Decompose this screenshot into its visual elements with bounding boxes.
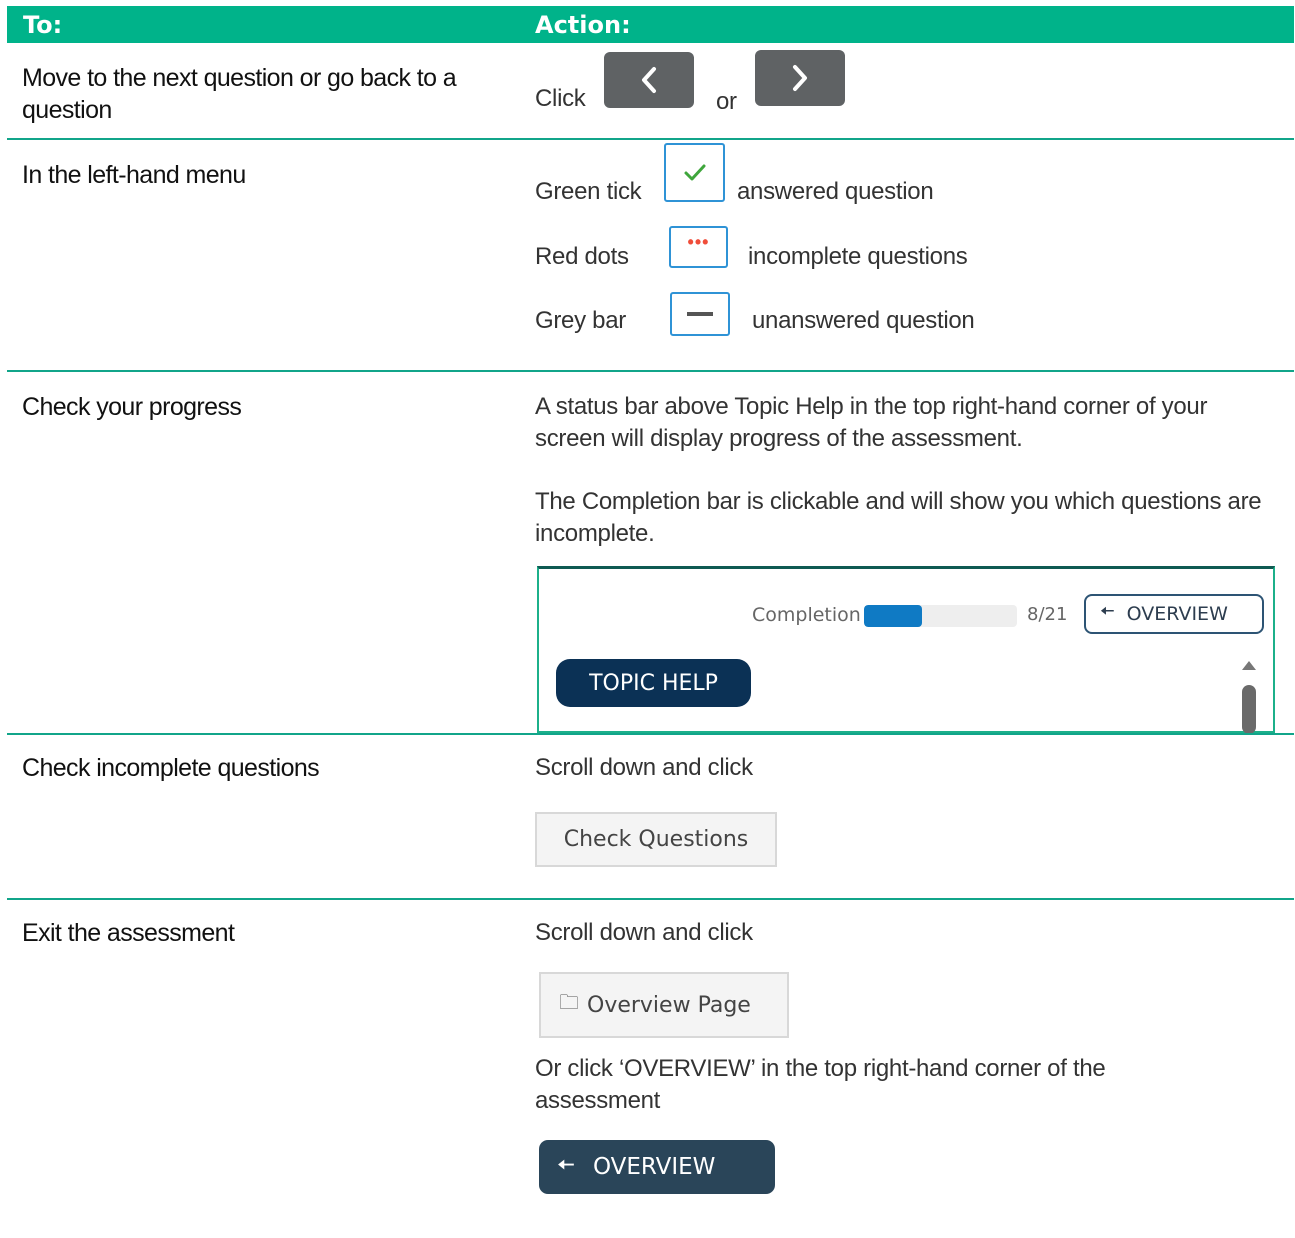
overview-outline-label: OVERVIEW (1126, 603, 1228, 625)
completion-bar[interactable] (864, 605, 1017, 627)
header-action: Action: (535, 11, 631, 39)
scrollbar-thumb[interactable] (1242, 685, 1256, 734)
check-questions-button[interactable]: Check Questions (535, 812, 777, 867)
red-dots-desc: incomplete questions (748, 243, 968, 270)
dash-icon (687, 312, 713, 316)
row-divider (7, 370, 1294, 372)
folder-icon: 🗀 (559, 990, 579, 1014)
incomplete-instruction: Scroll down and click (535, 754, 753, 781)
green-tick-desc: answered question (737, 178, 934, 205)
grey-bar-desc: unanswered question (752, 307, 975, 334)
table-header: To: Action: (7, 6, 1294, 43)
task-left-menu: In the left-hand menu (22, 161, 246, 189)
completion-bar-fill (864, 605, 923, 627)
overview-outline-button[interactable]: 🠄 OVERVIEW (1084, 594, 1264, 634)
task-progress: Check your progress (22, 393, 242, 421)
overview-page-button[interactable]: 🗀 Overview Page (539, 972, 789, 1038)
grey-bar-label: Grey bar (535, 307, 626, 334)
topic-help-button[interactable]: TOPIC HELP (556, 659, 751, 707)
chevron-left-icon (642, 67, 656, 93)
next-button[interactable] (755, 50, 845, 106)
header-to: To: (23, 11, 63, 39)
arrow-left-icon: 🠄 (1100, 601, 1115, 622)
answered-status-icon (664, 143, 725, 202)
unanswered-status-icon (670, 292, 730, 336)
completion-label: Completion (752, 604, 861, 626)
row-divider (7, 138, 1294, 140)
green-tick-label: Green tick (535, 178, 642, 205)
red-dots-label: Red dots (535, 243, 629, 270)
overview-label: OVERVIEW (592, 1154, 716, 1180)
scroll-up-icon[interactable] (1242, 661, 1256, 670)
progress-para-1: A status bar above Topic Help in the top… (535, 393, 1208, 452)
overview-page-label: Overview Page (587, 992, 751, 1018)
chevron-right-icon (793, 65, 807, 91)
dots-icon: ••• (687, 232, 710, 252)
arrow-left-icon: 🠄 (557, 1153, 575, 1178)
nav-or-label: or (716, 88, 737, 115)
exit-alt-text: Or click ‘OVERVIEW’ in the top right-han… (535, 1055, 1106, 1114)
overview-button[interactable]: 🠄 OVERVIEW (539, 1140, 775, 1194)
task-navigate: Move to the next question or go back to … (22, 64, 457, 124)
row-divider (7, 733, 1294, 735)
progress-para-2: The Completion bar is clickable and will… (535, 488, 1262, 547)
completion-count: 8/21 (1027, 604, 1068, 625)
task-exit: Exit the assessment (22, 919, 235, 947)
completion-panel-screenshot: Completion 8/21 🠄 OVERVIEW TOPIC HELP (537, 566, 1275, 734)
nav-click-label: Click (535, 85, 586, 112)
exit-instruction: Scroll down and click (535, 919, 753, 946)
incomplete-status-icon: ••• (669, 226, 728, 268)
task-incomplete: Check incomplete questions (22, 754, 320, 782)
row-divider (7, 898, 1294, 900)
previous-button[interactable] (604, 52, 694, 108)
check-icon (684, 164, 705, 180)
